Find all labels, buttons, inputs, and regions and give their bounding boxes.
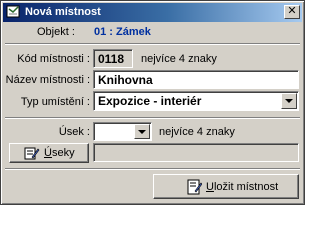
chevron-down-icon [285, 99, 293, 103]
close-icon: ✕ [287, 5, 297, 17]
save-button-mnemonic: U [206, 181, 214, 193]
location-type-dropdown-button[interactable] [281, 93, 297, 109]
edit-note-icon [24, 147, 40, 160]
room-name-input[interactable]: Knihovna [93, 70, 299, 89]
object-value: 01 : Zámek [94, 26, 151, 38]
separator-bottom [5, 168, 300, 170]
close-button[interactable]: ✕ [284, 5, 300, 19]
save-document-icon [187, 179, 202, 195]
section-hint: nejvíce 4 znaky [159, 126, 235, 138]
room-code-hint: nejvíce 4 znaky [141, 53, 217, 65]
section-name-field [93, 143, 299, 162]
sections-button-mnemonic: Ú [44, 147, 52, 159]
section-dropdown-button[interactable] [134, 124, 150, 139]
chevron-down-icon [138, 130, 146, 134]
title-bar[interactable]: Nová místnost ✕ [3, 3, 302, 22]
room-code-label: Kód místnosti : [17, 53, 90, 65]
separator-middle [5, 117, 300, 119]
room-code-value: 0118 [98, 52, 125, 66]
window-title: Nová místnost [25, 6, 101, 18]
separator-top [5, 43, 300, 45]
object-label: Objekt : [37, 26, 75, 38]
dialog-window: Nová místnost ✕ Objekt : 01 : Zámek Kód … [0, 0, 305, 205]
save-room-button[interactable]: Uložit místnost [153, 174, 299, 199]
save-button-label: ložit místnost [213, 181, 279, 193]
sections-button[interactable]: Úseky [9, 143, 89, 163]
location-type-select[interactable]: Expozice - interiér [93, 91, 299, 111]
dialog-app-icon [6, 5, 20, 18]
section-select[interactable] [93, 122, 152, 141]
location-type-label: Typ umístění : [20, 96, 90, 108]
room-name-label: Název místnosti : [5, 74, 90, 86]
sections-button-label: seky [51, 147, 75, 159]
room-name-value: Knihovna [98, 73, 153, 87]
room-code-field[interactable]: 0118 [93, 49, 133, 68]
section-label: Úsek : [58, 126, 90, 138]
location-type-value: Expozice - interiér [98, 94, 202, 108]
